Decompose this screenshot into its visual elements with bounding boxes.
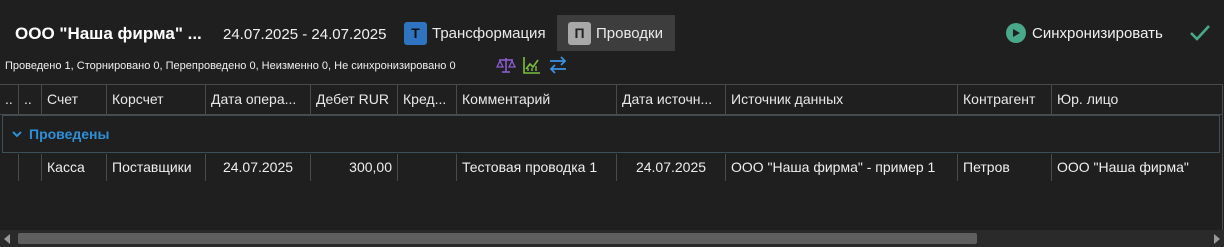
table-cell: ООО "Наша фирма" - пример 1	[726, 154, 958, 181]
column-header[interactable]: Комментарий	[457, 85, 617, 114]
column-header[interactable]: Корсчет	[107, 85, 206, 114]
postings-icon: П	[568, 21, 591, 45]
table-cell: 24.07.2025	[206, 154, 311, 181]
column-header[interactable]: ..	[19, 85, 42, 114]
toolbar-icons	[495, 55, 568, 75]
column-header[interactable]: Дата источн...	[617, 85, 726, 114]
table-cell: Поставщики	[107, 154, 206, 181]
column-header[interactable]: Дебет RUR	[311, 85, 398, 114]
top-bar: ООО "Наша фирма" ... 24.07.2025 - 24.07.…	[0, 0, 1224, 62]
balance-scale-icon[interactable]	[495, 55, 517, 75]
column-header[interactable]: Юр. лицо	[1052, 85, 1221, 114]
horizontal-scrollbar[interactable]	[0, 230, 1224, 247]
group-row[interactable]: Проведены	[2, 115, 1220, 153]
sync-button-label: Синхронизировать	[1032, 24, 1163, 42]
table-cell	[19, 154, 42, 181]
chevron-down-icon[interactable]	[12, 127, 22, 141]
column-header[interactable]: Источник данных	[726, 85, 958, 114]
status-summary: Проведено 1, Сторнировано 0, Перепроведе…	[5, 60, 456, 72]
column-header[interactable]: ..	[0, 85, 19, 114]
table-cell: Касса	[42, 154, 107, 181]
table-row[interactable]: Касса Поставщики 24.07.2025 300,00 Тесто…	[0, 154, 1222, 181]
check-icon[interactable]	[1188, 23, 1212, 43]
column-header[interactable]: Счет	[42, 85, 107, 114]
group-label: Проведены	[29, 126, 110, 142]
column-header[interactable]: Дата опера...	[206, 85, 311, 114]
page-title: ООО "Наша фирма" ...	[15, 24, 202, 43]
scroll-left-icon[interactable]	[4, 234, 10, 244]
column-header[interactable]: Контрагент	[958, 85, 1052, 114]
column-header[interactable]: Кред...	[398, 85, 457, 114]
sync-button[interactable]: Синхронизировать	[1006, 23, 1163, 43]
table-cell	[398, 154, 457, 181]
tab-postings-label: Проводки	[596, 24, 663, 42]
chart-growth-icon[interactable]	[522, 55, 542, 75]
scroll-thumb[interactable]	[18, 233, 977, 244]
date-range[interactable]: 24.07.2025 - 24.07.2025	[223, 26, 386, 43]
scroll-right-icon[interactable]	[1214, 234, 1220, 244]
table-cell: ООО "Наша фирма"	[1057, 159, 1189, 175]
table-cell: Тестовая проводка 1	[457, 154, 617, 181]
tab-transformation-label: Трансформация	[432, 24, 546, 42]
transform-icon: Т	[404, 21, 427, 45]
tab-transformation[interactable]: Т Трансформация	[400, 15, 554, 51]
table-cell: 300,00	[311, 154, 398, 181]
play-icon	[1006, 23, 1026, 43]
tab-postings[interactable]: П Проводки	[557, 15, 675, 51]
swap-arrows-icon[interactable]	[548, 55, 568, 75]
postings-grid: .. .. Счет Корсчет Дата опера... Дебет R…	[0, 84, 1223, 231]
table-cell	[0, 154, 19, 181]
table-cell: 24.07.2025	[617, 154, 726, 181]
table-cell: Петров	[958, 154, 1052, 181]
grid-header: .. .. Счет Корсчет Дата опера... Дебет R…	[0, 85, 1222, 115]
